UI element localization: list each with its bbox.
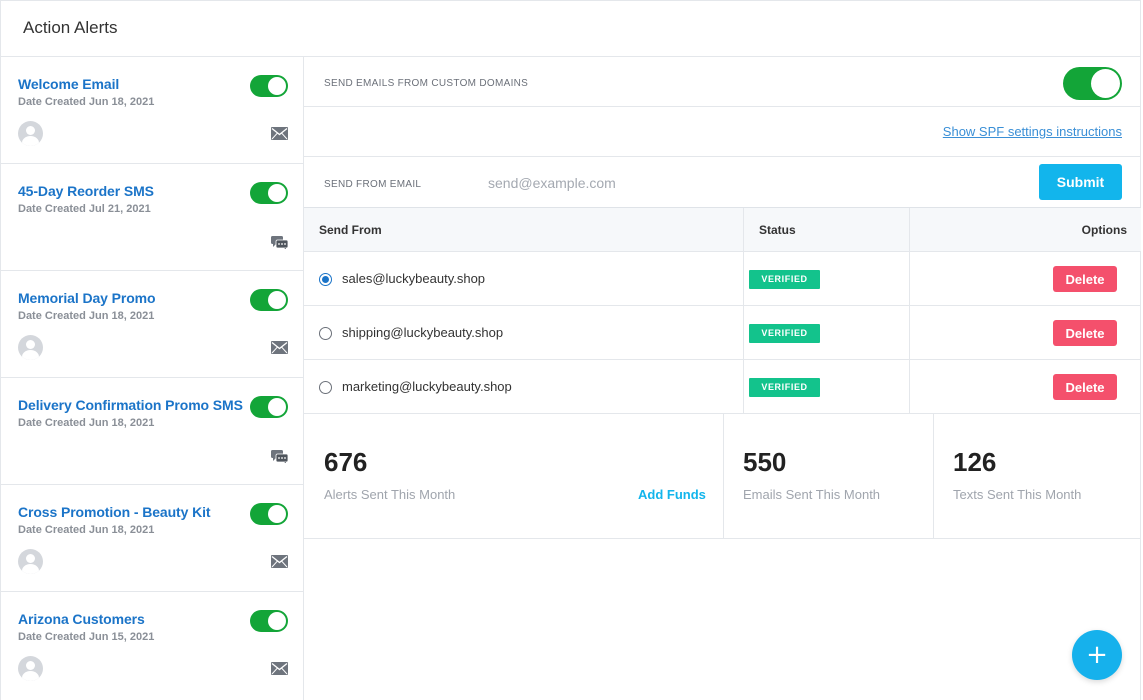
sender-radio[interactable]: [319, 273, 332, 286]
alert-enabled-toggle[interactable]: [250, 396, 288, 418]
table-row: shipping@luckybeauty.shop VERIFIED Delet…: [304, 306, 1141, 360]
custom-domains-row: SEND EMAILS FROM CUSTOM DOMAINS: [304, 57, 1141, 107]
user-avatar-icon: [18, 549, 43, 574]
status-badge: VERIFIED: [749, 324, 820, 343]
alert-enabled-toggle[interactable]: [250, 503, 288, 525]
sender-radio[interactable]: [319, 327, 332, 340]
status-badge: VERIFIED: [749, 270, 820, 289]
send-from-row: SEND FROM EMAIL: [304, 157, 1141, 207]
sender-table: Send From Status Options sales@luckybeau…: [304, 207, 1141, 414]
envelope-icon: [271, 662, 288, 675]
user-avatar-icon: [18, 335, 43, 360]
alert-enabled-toggle[interactable]: [250, 610, 288, 632]
sender-email: sales@luckybeauty.shop: [342, 271, 486, 286]
add-funds-link[interactable]: Add Funds: [638, 487, 706, 502]
sender-radio[interactable]: [319, 381, 332, 394]
alert-item-45-day-reorder-sms[interactable]: 45-Day Reorder SMS Date Created Jul 21, …: [0, 164, 303, 271]
sender-email: shipping@luckybeauty.shop: [342, 325, 504, 340]
table-header: Send From Status Options: [304, 208, 1141, 252]
alert-enabled-toggle[interactable]: [250, 182, 288, 204]
alert-date: Date Created Jun 18, 2021: [18, 524, 155, 536]
column-header-options: Options: [1081, 223, 1127, 237]
envelope-icon: [271, 555, 288, 568]
alert-item-delivery-confirmation-promo-sms[interactable]: Delivery Confirmation Promo SMS Date Cre…: [0, 378, 303, 485]
envelope-icon: [271, 127, 288, 140]
delete-button[interactable]: Delete: [1053, 266, 1117, 292]
stat-label: Emails Sent This Month: [743, 487, 881, 502]
stat-alerts-sent: 676 Alerts Sent This Month Add Funds: [304, 414, 723, 538]
custom-domains-label: SEND EMAILS FROM CUSTOM DOMAINS: [324, 78, 529, 89]
envelope-icon: [271, 341, 288, 354]
add-alert-button[interactable]: +: [1072, 630, 1122, 680]
stat-label: Texts Sent This Month: [953, 487, 1082, 502]
page-header: Action Alerts: [0, 0, 1141, 57]
alert-date: Date Created Jun 18, 2021: [18, 310, 155, 322]
alert-name[interactable]: Cross Promotion - Beauty Kit: [18, 504, 211, 520]
column-header-status: Status: [759, 223, 796, 237]
alert-name[interactable]: Delivery Confirmation Promo SMS: [18, 397, 243, 413]
page-title: Action Alerts: [23, 18, 118, 37]
alert-enabled-toggle[interactable]: [250, 289, 288, 311]
table-row: sales@luckybeauty.shop VERIFIED Delete: [304, 252, 1141, 306]
custom-domains-toggle[interactable]: [1063, 67, 1122, 100]
column-header-send-from: Send From: [319, 223, 382, 237]
stat-label: Alerts Sent This Month: [324, 487, 456, 502]
stat-value: 126: [953, 447, 997, 477]
alert-enabled-toggle[interactable]: [250, 75, 288, 97]
alert-name[interactable]: Arizona Customers: [18, 611, 145, 627]
chat-bubbles-icon: [271, 236, 288, 249]
alert-date: Date Created Jun 18, 2021: [18, 96, 155, 108]
chat-bubbles-icon: [271, 450, 288, 463]
alert-item-welcome-email[interactable]: Welcome Email Date Created Jun 18, 2021: [0, 57, 303, 164]
alert-list: Welcome Email Date Created Jun 18, 2021 …: [0, 57, 304, 700]
alert-date: Date Created Jun 18, 2021: [18, 417, 155, 429]
spf-instructions-link[interactable]: Show SPF settings instructions: [943, 124, 1122, 139]
alert-name[interactable]: 45-Day Reorder SMS: [18, 183, 154, 199]
alert-name[interactable]: Welcome Email: [18, 76, 119, 92]
plus-icon: +: [1086, 640, 1108, 670]
submit-button[interactable]: Submit: [1039, 164, 1122, 200]
alert-item-cross-promotion-beauty-kit[interactable]: Cross Promotion - Beauty Kit Date Create…: [0, 485, 303, 592]
send-from-email-input[interactable]: [488, 171, 868, 195]
monthly-stats: 676 Alerts Sent This Month Add Funds 550…: [304, 414, 1141, 539]
stat-texts-sent: 126 Texts Sent This Month: [934, 414, 1141, 538]
sender-email: marketing@luckybeauty.shop: [342, 379, 512, 394]
alert-date: Date Created Jun 15, 2021: [18, 631, 155, 643]
settings-panel: SEND EMAILS FROM CUSTOM DOMAINS Show SPF…: [304, 57, 1141, 700]
alert-date: Date Created Jul 21, 2021: [18, 203, 151, 215]
table-row: marketing@luckybeauty.shop VERIFIED Dele…: [304, 360, 1141, 414]
alert-name[interactable]: Memorial Day Promo: [18, 290, 156, 306]
spf-row: Show SPF settings instructions: [304, 107, 1141, 157]
stat-emails-sent: 550 Emails Sent This Month: [724, 414, 933, 538]
alert-item-memorial-day-promo[interactable]: Memorial Day Promo Date Created Jun 18, …: [0, 271, 303, 378]
stat-value: 676: [324, 447, 368, 477]
status-badge: VERIFIED: [749, 378, 820, 397]
user-avatar-icon: [18, 121, 43, 146]
delete-button[interactable]: Delete: [1053, 320, 1117, 346]
send-from-label: SEND FROM EMAIL: [324, 179, 422, 190]
user-avatar-icon: [18, 656, 43, 681]
alert-item-arizona-customers[interactable]: Arizona Customers Date Created Jun 15, 2…: [0, 592, 303, 699]
delete-button[interactable]: Delete: [1053, 374, 1117, 400]
stat-value: 550: [743, 447, 787, 477]
